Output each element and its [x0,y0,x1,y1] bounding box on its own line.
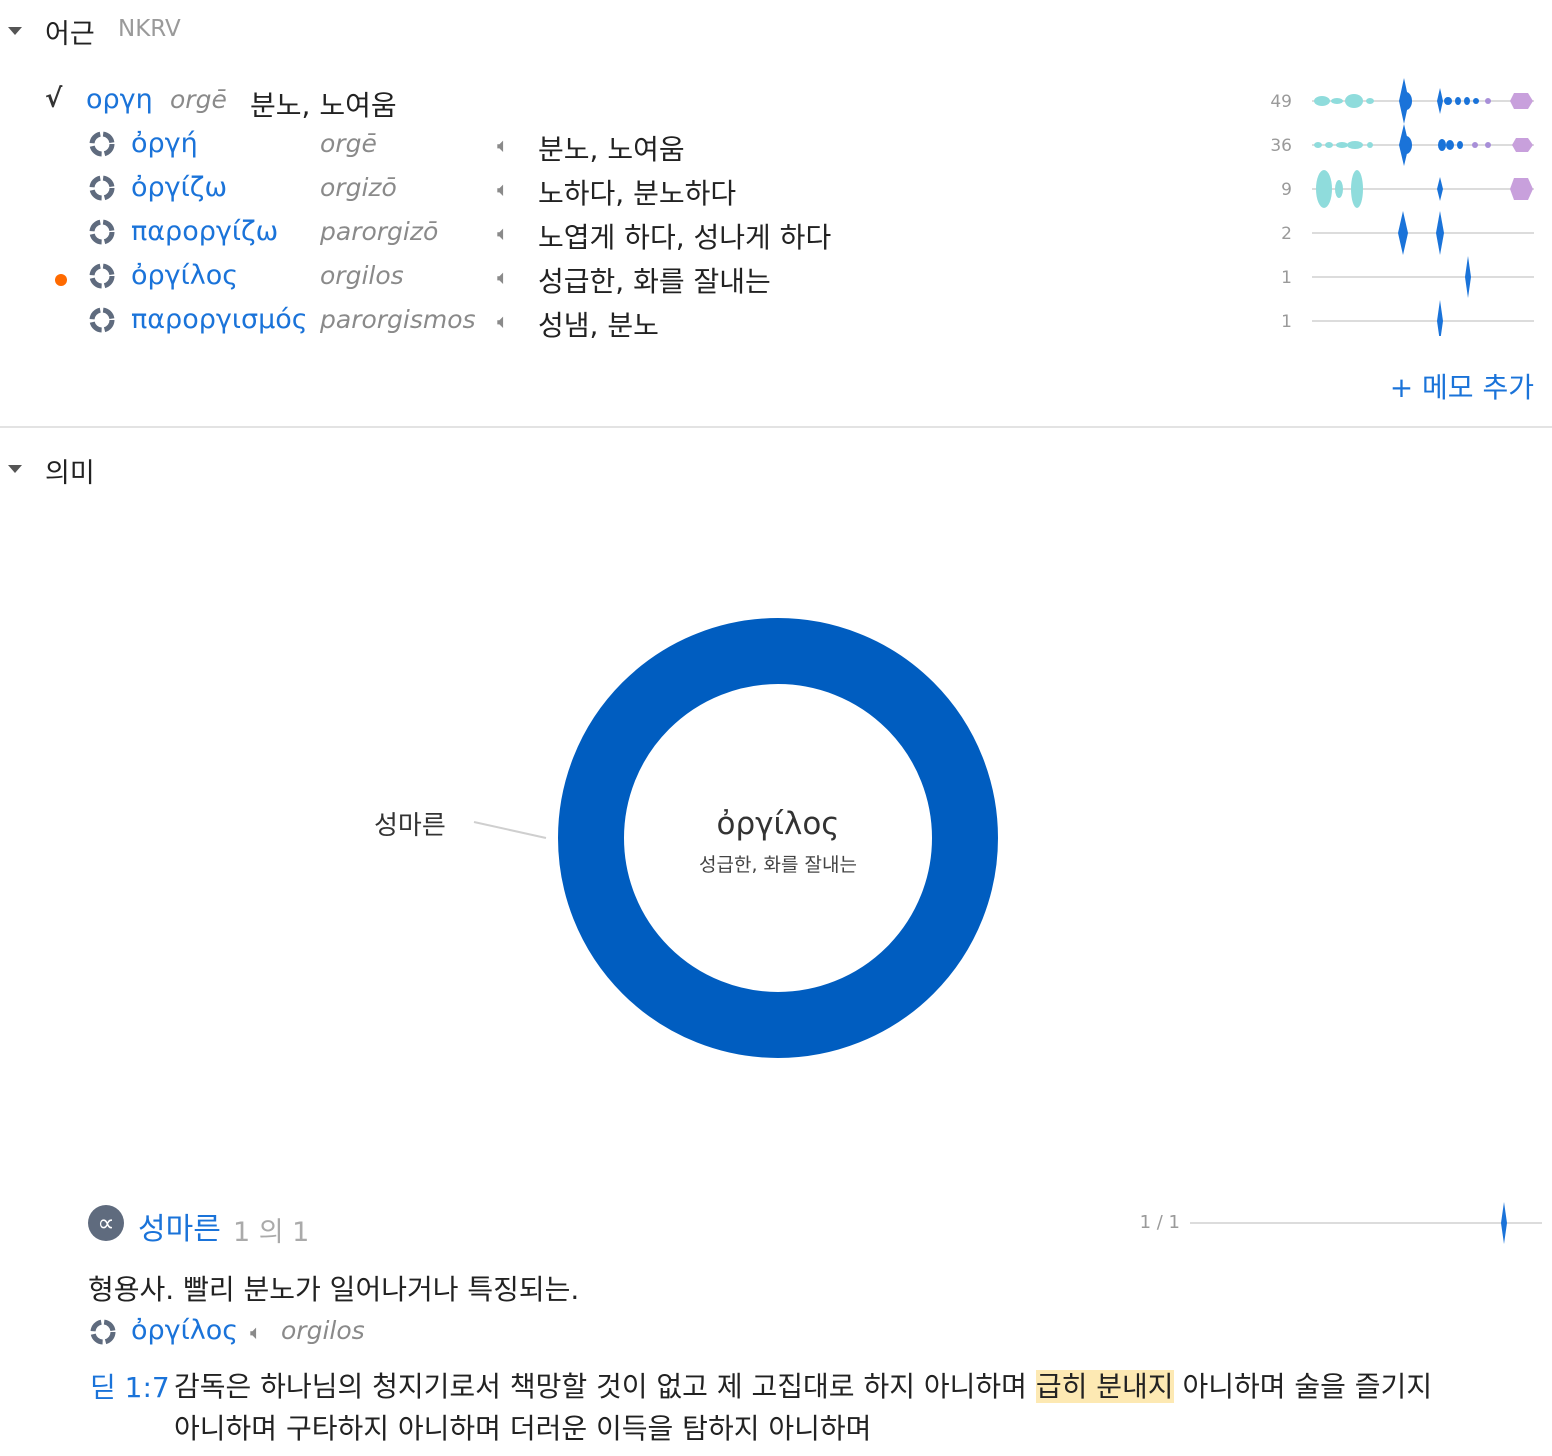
meaning-section-title: 의미 [45,458,95,489]
word-row[interactable]: παροργίζω parorgizō 🔈︎ 노엽게 하다, 성나게 하다 [0,216,1000,256]
sense-definition: 형용사. 빨리 분노가 일어나거나 특징되는. [88,1273,580,1306]
root-icon: √ [45,84,63,114]
word-translit: orgizō [320,173,397,202]
root-lemma[interactable]: οργη [86,84,153,115]
count-1: 9 [1281,180,1292,200]
verse-line1-pre: 감독은 하나님의 청지기로서 책망할 것이 없고 제 고집대로 하지 아니하며 [174,1370,1027,1403]
collapse-meaning-caret-icon[interactable] [8,465,22,473]
root-gloss: 분노, 노여움 [250,89,397,122]
word-icon [88,174,116,206]
sparkline-orgilos [1465,256,1471,298]
word-lemma[interactable]: ὀργή [131,128,198,159]
word-gloss: 성냄, 분노 [538,309,659,342]
word-ref-icon [89,1318,117,1350]
count-root: 49 [1270,92,1292,112]
count-4: 1 [1281,312,1292,332]
add-note-link[interactable]: + 메모 추가 [1390,366,1534,406]
word-row[interactable]: ὀργή orgē 🔈︎ 분노, 노여움 [0,128,1000,168]
root-section-title: 어근 [45,19,95,50]
word-icon [88,130,116,162]
collapse-root-caret-icon[interactable] [8,27,22,35]
word-translit: parorgizō [320,217,439,246]
section-divider [0,426,1552,428]
count-0: 36 [1270,136,1292,156]
verse-ref-link[interactable]: 딛 1:7 [90,1366,170,1406]
donut-slice-label: 성마른 [374,811,446,841]
speaker-icon[interactable]: 🔈︎ [250,1320,262,1344]
word-gloss: 분노, 노여움 [538,133,685,166]
word-lemma[interactable]: ὀργίλος [131,260,238,291]
word-translit: orgilos [320,261,404,290]
sense-title[interactable]: 성마른 [138,1204,221,1248]
word-lemma[interactable]: ὀργίζω [131,172,227,203]
count-2: 2 [1281,224,1292,244]
word-translit: parorgismos [320,305,476,334]
word-row[interactable]: παροργισμός parorgismos 🔈︎ 성냄, 분노 [0,304,1000,344]
word-gloss: 노하다, 분노하다 [538,177,737,210]
count-3: 1 [1281,268,1292,288]
word-gloss: 성급한, 화를 잘내는 [538,265,771,298]
version-label: NKRV [118,16,181,42]
sparkline-parorgismos [1437,300,1443,336]
donut-center-title: ὀργίλος [716,806,840,842]
distribution-sparklines: 49 36 9 2 1 1 [1270,78,1534,336]
verse-line1-post: 아니하며 술을 즐기지 [1182,1370,1433,1403]
word-ref-translit: orgilos [281,1316,365,1345]
sense-counter: 1 의 1 [233,1217,310,1248]
word-icon [88,218,116,250]
sense-sparkline [1190,1202,1542,1244]
verse-text: 감독은 하나님의 청지기로서 책망할 것이 없고 제 고집대로 하지 아니하며 … [174,1366,1534,1450]
speaker-icon[interactable]: 🔈︎ [497,265,509,289]
speaker-icon[interactable]: 🔈︎ [497,177,509,201]
word-gloss: 노엽게 하다, 성나게 하다 [538,221,832,254]
word-lemma[interactable]: παροργισμός [131,304,308,335]
sense-icon: ∝ [88,1205,124,1241]
speaker-icon[interactable]: 🔈︎ [497,309,509,333]
word-ref-lemma[interactable]: ὀργίλος [131,1315,238,1346]
verse-line2: 아니하며 구타하지 아니하며 더러운 이득을 탐하지 아니하며 [174,1412,872,1445]
word-row[interactable]: ὀργίζω orgizō 🔈︎ 노하다, 분노하다 [0,172,1000,212]
donut-center-subtitle: 성급한, 화를 잘내는 [699,854,857,876]
donut-leader-line [473,821,547,839]
verse-highlight: 급히 분내지 [1035,1370,1174,1403]
word-icon [88,262,116,294]
word-row[interactable]: ὀργίλος orgilos 🔈︎ 성급한, 화를 잘내는 [0,260,1000,300]
word-icon [88,306,116,338]
sense-fraction: 1 / 1 [1139,1212,1180,1233]
word-lemma[interactable]: παροργίζω [131,216,278,247]
root-translit: orgē [170,85,227,114]
current-word-dot [55,274,67,286]
speaker-icon[interactable]: 🔈︎ [497,133,509,157]
word-translit: orgē [320,129,377,158]
speaker-icon[interactable]: 🔈︎ [497,221,509,245]
